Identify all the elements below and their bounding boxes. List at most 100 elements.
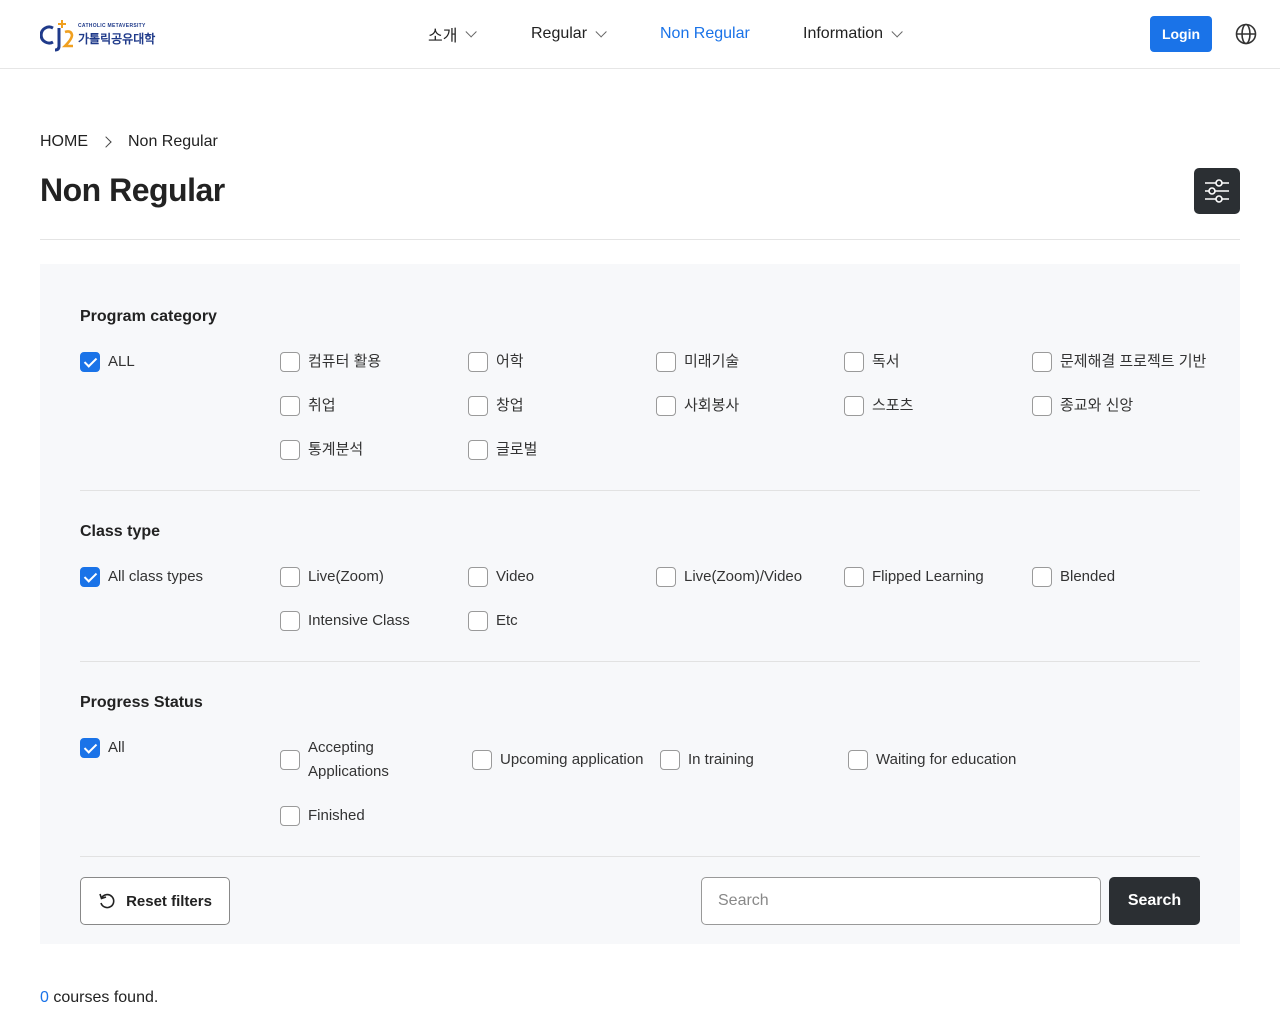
checkbox-label: Live(Zoom)/Video (684, 568, 803, 585)
checkbox-label: 글로벌 (496, 441, 538, 458)
checkbox-class-option[interactable]: Video (468, 567, 534, 587)
checkbox-program-option[interactable]: 미래기술 (656, 352, 739, 372)
nav-item-non-regular[interactable]: Non Regular (660, 22, 750, 46)
checkbox-box[interactable] (844, 396, 864, 416)
nav-item-regular[interactable]: Regular (531, 22, 607, 46)
search-button[interactable]: Search (1109, 877, 1200, 925)
nav-item-intro[interactable]: 소개 (428, 22, 478, 46)
breadcrumb-current: Non Regular (128, 133, 218, 150)
checkbox-status-option[interactable]: Upcoming application (472, 750, 643, 770)
search-input[interactable] (701, 877, 1101, 925)
checkbox-class-option[interactable]: Flipped Learning (844, 567, 984, 587)
checkbox-box[interactable] (80, 738, 100, 758)
checkbox-label: 독서 (872, 353, 900, 370)
program-category-title: Program category (80, 308, 217, 325)
globe-icon[interactable] (1235, 23, 1257, 45)
checkbox-program-option[interactable]: 스포츠 (844, 396, 913, 416)
reset-filters-button[interactable]: Reset filters (80, 877, 230, 925)
checkbox-box[interactable] (1032, 352, 1052, 372)
checkbox-box[interactable] (280, 440, 300, 460)
login-button[interactable]: Login (1150, 16, 1212, 52)
checkbox-label: All (108, 739, 125, 756)
checkbox-box[interactable] (1032, 567, 1052, 587)
nav-item-label: Non Regular (660, 25, 750, 42)
checkbox-program-option[interactable]: 취업 (280, 396, 336, 416)
checkbox-box[interactable] (468, 352, 488, 372)
checkbox-box[interactable] (472, 750, 492, 770)
checkbox-program-option[interactable]: 어학 (468, 352, 524, 372)
checkbox-program-all[interactable]: ALL (80, 352, 135, 372)
checkbox-label: Flipped Learning (872, 568, 984, 585)
checkbox-label: 창업 (496, 397, 524, 414)
page-title: Non Regular (40, 172, 225, 208)
checkbox-box[interactable] (468, 440, 488, 460)
checkbox-box[interactable] (468, 567, 488, 587)
checkbox-label: Blended (1060, 568, 1116, 585)
checkbox-label: 미래기술 (684, 353, 740, 370)
checkbox-label: 어학 (496, 353, 524, 370)
chevron-down-icon (891, 26, 903, 38)
checkbox-label: All class types (108, 568, 204, 585)
breadcrumb-home[interactable]: HOME (40, 133, 88, 151)
breadcrumb: HOME Non Regular (40, 133, 218, 151)
checkbox-program-option[interactable]: 글로벌 (468, 440, 537, 460)
checkbox-status-option[interactable]: Accepting Applications (280, 739, 410, 784)
checkbox-status-option[interactable]: Waiting for education (848, 750, 1016, 770)
checkbox-box[interactable] (844, 567, 864, 587)
checkbox-box[interactable] (660, 750, 680, 770)
checkbox-class-option[interactable]: Live(Zoom) (280, 567, 384, 587)
checkbox-box[interactable] (280, 567, 300, 587)
checkbox-status-option[interactable]: Finished (280, 806, 365, 826)
checkbox-box[interactable] (468, 396, 488, 416)
checkbox-program-option[interactable]: 컴퓨터 활용 (280, 352, 381, 372)
checkbox-class-option[interactable]: Intensive Class (280, 611, 410, 631)
checkbox-box[interactable] (80, 352, 100, 372)
checkbox-box[interactable] (280, 396, 300, 416)
checkbox-class-option[interactable]: Live(Zoom)/Video (656, 567, 802, 587)
checkbox-class-option[interactable]: Etc (468, 611, 518, 631)
checkbox-box[interactable] (656, 396, 676, 416)
checkbox-label: 문제해결 프로젝트 기반 (1060, 353, 1207, 370)
chevron-down-icon (595, 26, 607, 38)
chevron-down-icon (465, 26, 478, 38)
checkbox-program-option[interactable]: 종교와 신앙 (1032, 396, 1133, 416)
checkbox-box[interactable] (280, 750, 300, 770)
filter-panel: Program category ALL 컴퓨터 활용 어학 미래기술 독서 문… (40, 264, 1240, 944)
checkbox-box[interactable] (656, 352, 676, 372)
result-text: courses found. (48, 989, 159, 1006)
checkbox-box[interactable] (848, 750, 868, 770)
sliders-icon (1205, 179, 1229, 203)
checkbox-label: Live(Zoom) (308, 568, 384, 585)
checkbox-label: 취업 (308, 397, 336, 414)
checkbox-box[interactable] (280, 611, 300, 631)
checkbox-box[interactable] (844, 352, 864, 372)
section-divider (80, 856, 1200, 857)
checkbox-label: Accepting Applications (308, 739, 389, 780)
checkbox-class-option[interactable]: Blended (1032, 567, 1115, 587)
checkbox-program-option[interactable]: 창업 (468, 396, 524, 416)
section-divider (80, 661, 1200, 662)
filter-toggle-button[interactable] (1194, 168, 1240, 214)
checkbox-class-all[interactable]: All class types (80, 567, 203, 587)
checkbox-status-all[interactable]: All (80, 738, 125, 758)
checkbox-box[interactable] (80, 567, 100, 587)
progress-status-title: Progress Status (80, 694, 203, 711)
checkbox-box[interactable] (468, 611, 488, 631)
checkbox-program-option[interactable]: 문제해결 프로젝트 기반 (1032, 352, 1206, 372)
checkbox-box[interactable] (280, 806, 300, 826)
checkbox-status-option[interactable]: In training (660, 750, 754, 770)
checkbox-program-option[interactable]: 사회봉사 (656, 396, 739, 416)
reset-icon (99, 893, 115, 909)
checkbox-label: Video (496, 568, 535, 585)
checkbox-box[interactable] (1032, 396, 1052, 416)
checkbox-program-option[interactable]: 통계분석 (280, 440, 363, 460)
checkbox-program-option[interactable]: 독서 (844, 352, 900, 372)
checkbox-label: 사회봉사 (684, 397, 740, 414)
checkbox-box[interactable] (280, 352, 300, 372)
nav-item-label: Regular (531, 25, 588, 42)
class-type-title: Class type (80, 523, 161, 540)
checkbox-box[interactable] (656, 567, 676, 587)
checkbox-label: 스포츠 (872, 397, 914, 414)
checkbox-label: Upcoming application (500, 751, 644, 768)
nav-item-information[interactable]: Information (803, 22, 903, 46)
